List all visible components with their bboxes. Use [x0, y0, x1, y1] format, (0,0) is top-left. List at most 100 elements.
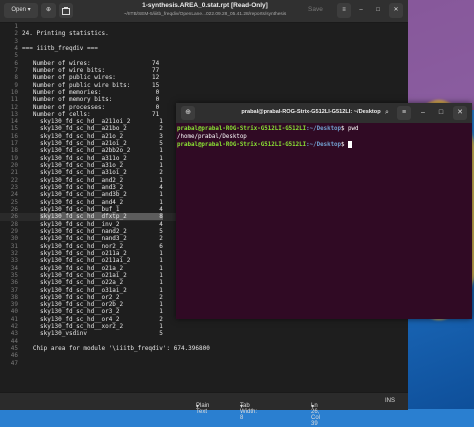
line-text: sky130_fd_sc_hd__nor2_2 6: [22, 242, 163, 250]
window-subtitle: ~/IITB/SEM-5/iiitb_freqdiv/OpenLane...02…: [123, 12, 287, 17]
editor-line[interactable]: 44: [0, 338, 408, 345]
line-number: 21: [10, 169, 18, 177]
line-number: 44: [10, 337, 18, 345]
line-text: sky130_fd_sc_hd__buf_1 4: [22, 206, 163, 213]
terminal-headerbar: ⊕ prabal@prabal-ROG-Strix-G512LI-G512LI:…: [176, 103, 472, 123]
line-number: 19: [10, 154, 18, 162]
new-tab-button[interactable]: [59, 3, 73, 18]
editor-line[interactable]: 1: [0, 23, 408, 30]
editor-line[interactable]: 46: [0, 352, 408, 359]
editor-line[interactable]: 2 24. Printing statistics.: [0, 30, 408, 37]
line-number: 4: [14, 44, 18, 52]
terminal-close-button[interactable]: ✕: [453, 106, 467, 120]
line-number: 39: [10, 301, 18, 309]
window-title-area: 1-synthesis.AREA_0.stat.rpt [Read-Only] …: [110, 1, 300, 19]
line-text: sky130_fd_sc_hd__a211oi_2 1: [22, 118, 163, 126]
minimize-button[interactable]: –: [354, 3, 368, 18]
editor-line[interactable]: 7 Number of wire bits: 77: [0, 67, 408, 74]
line-number: 34: [10, 264, 18, 272]
terminal-title: prabal@prabal-ROG-Strix-G512LI-G512LI: ~…: [241, 109, 381, 115]
editor-line[interactable]: 47: [0, 360, 408, 367]
editor-line[interactable]: 43 sky130_vsdinv 5: [0, 330, 408, 337]
line-text: Number of public wire bits: 15: [22, 81, 160, 89]
prompt-symbol: $: [341, 126, 349, 132]
new-tab-icon: [62, 6, 70, 15]
line-text: Number of memories: 0: [22, 88, 160, 96]
line-number: 20: [10, 162, 18, 170]
line-number: 47: [10, 359, 18, 367]
close-button[interactable]: ✕: [389, 3, 403, 18]
maximize-button[interactable]: □: [371, 3, 385, 18]
editor-line[interactable]: 8 Number of public wires: 12: [0, 74, 408, 81]
line-number: 16: [10, 132, 18, 140]
line-number: 22: [10, 176, 18, 184]
status-bar: Plain Text ▾ Tab Width: 8 ▾ Ln 26, Col 3…: [0, 392, 408, 427]
menu-icon: ≡: [342, 7, 346, 13]
editor-line[interactable]: 6 Number of wires: 74: [0, 60, 408, 67]
editor-line[interactable]: 10 Number of memories: 0: [0, 89, 408, 96]
line-number: 13: [10, 110, 18, 118]
line-number: 38: [10, 293, 18, 301]
line-text: sky130_fd_sc_hd__inv_2 4: [22, 220, 163, 228]
line-text: sky130_fd_sc_hd__a31o_2 1: [22, 162, 163, 170]
selected-text: sky130_fd_sc_hd__dfxtp_2 8: [40, 213, 163, 221]
line-number: 37: [10, 286, 18, 294]
line-text: sky130_fd_sc_hd__nand2_2 5: [22, 227, 163, 235]
line-number: 8: [14, 74, 18, 82]
line-number: 1: [14, 23, 18, 30]
maximize-icon: □: [438, 109, 444, 116]
editor-line[interactable]: 42 sky130_fd_sc_hd__xor2_2 1: [0, 323, 408, 330]
terminal-menu-button[interactable]: ≡: [397, 106, 411, 120]
line-text: sky130_fd_sc_hd__a21bo_2 2: [22, 125, 163, 133]
line-text: sky130_fd_sc_hd__a21o_2 3: [22, 132, 163, 140]
line-number: 31: [10, 242, 18, 250]
editor-line[interactable]: 3: [0, 38, 408, 45]
open-label: Open: [11, 7, 26, 13]
line-text: Number of memory bits: 0: [22, 96, 160, 104]
line-number: 33: [10, 257, 18, 265]
line-text: sky130_fd_sc_hd__or3_2 1: [22, 308, 163, 316]
terminal-search-button[interactable]: ⌕: [380, 106, 394, 120]
line-text: sky130_fd_sc_hd__nand3_2 2: [22, 235, 163, 243]
editor-line[interactable]: 5: [0, 52, 408, 59]
terminal-new-tab-button[interactable]: ⊕: [181, 106, 195, 120]
line-text: Number of wires: 74: [22, 59, 160, 67]
line-number: 3: [14, 37, 18, 45]
line-text: sky130_vsdinv 5: [22, 330, 163, 338]
line-text: sky130_fd_sc_hd__o22a_2 1: [22, 279, 163, 287]
hamburger-menu-button[interactable]: ≡: [337, 3, 351, 18]
line-number: 42: [10, 323, 18, 331]
terminal-cursor: [348, 141, 352, 148]
line-number: 35: [10, 271, 18, 279]
line-number: 24: [10, 191, 18, 199]
terminal-minimize-button[interactable]: –: [416, 106, 430, 120]
open-button[interactable]: Open ▾: [4, 3, 38, 18]
new-document-button[interactable]: ⊕: [41, 3, 56, 18]
line-number: 40: [10, 308, 18, 316]
editor-line[interactable]: 9 Number of public wire bits: 15: [0, 82, 408, 89]
save-button[interactable]: Save: [308, 6, 323, 13]
line-number: 32: [10, 249, 18, 257]
terminal-maximize-button[interactable]: □: [434, 106, 448, 120]
window-title: 1-synthesis.AREA_0.stat.rpt [Read-Only]: [142, 2, 268, 9]
terminal-line: prabal@prabal-ROG-Strix-G512LI-G512LI:~/…: [177, 125, 359, 133]
line-number: 26: [10, 206, 18, 213]
line-text: sky130_fd_sc_hd__and3_2 4: [22, 184, 163, 192]
line-number: 12: [10, 103, 18, 111]
line-text: sky130_fd_sc_hd__dfxtp_2 8: [22, 213, 163, 221]
line-text: sky130_fd_sc_hd__or2b_2 1: [22, 301, 163, 309]
minimize-icon: –: [359, 7, 363, 13]
menu-icon: ≡: [401, 109, 407, 116]
minimize-icon: –: [421, 109, 425, 116]
line-text: === iiitb_freqdiv ===: [22, 44, 98, 52]
insert-mode-indicator: INS: [385, 398, 396, 404]
terminal-line[interactable]: prabal@prabal-ROG-Strix-G512LI-G512LI:~/…: [177, 141, 352, 149]
line-text: Number of processes: 0: [22, 103, 160, 111]
editor-line[interactable]: 45 Chip area for module '\iiitb_freqdiv'…: [0, 345, 408, 352]
line-text: sky130_fd_sc_hd__and3b_2 1: [22, 191, 163, 199]
line-text: sky130_fd_sc_hd__and2_2 1: [22, 176, 163, 184]
line-number: 25: [10, 198, 18, 206]
line-number: 7: [14, 66, 18, 74]
editor-line[interactable]: 4 === iiitb_freqdiv ===: [0, 45, 408, 52]
line-number: 26: [10, 213, 18, 221]
